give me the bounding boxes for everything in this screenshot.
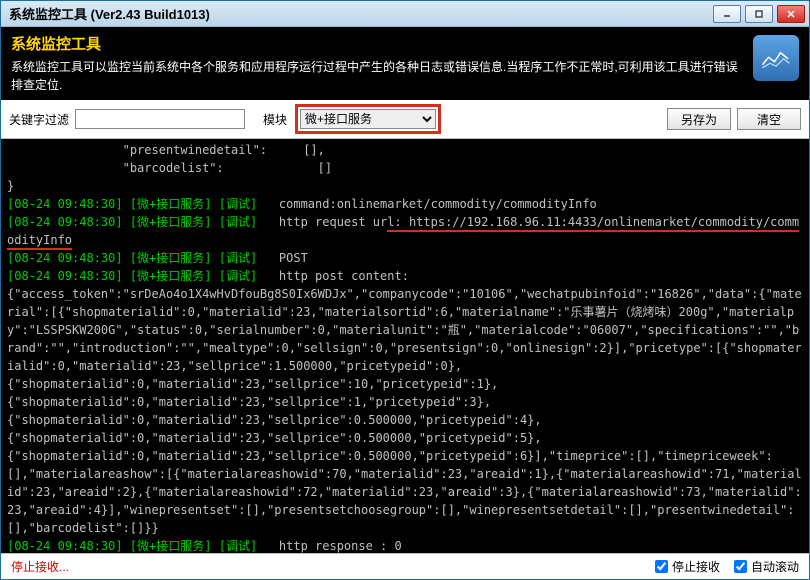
log-msg: POST xyxy=(279,251,308,265)
banner-icon xyxy=(753,35,799,81)
log-msg: http response : 0 xyxy=(279,539,402,553)
module-select[interactable]: 微+接口服务 xyxy=(300,109,436,129)
minimize-button[interactable] xyxy=(713,5,741,23)
chart-icon xyxy=(761,46,791,70)
save-as-button[interactable]: 另存为 xyxy=(667,108,731,130)
log-area[interactable]: "presentwinedetail": [], "barcodelist": … xyxy=(1,139,809,553)
log-body: {"access_token":"srDeAo4o1X4wHvDfouBg8S0… xyxy=(7,287,802,535)
log-msg: command:onlinemarket/commodity/commodity… xyxy=(279,197,597,211)
auto-scroll-checkbox[interactable]: 自动滚动 xyxy=(734,558,799,575)
filter-label: 关键字过滤 xyxy=(9,111,69,128)
log-tag: [微+接口服务] xyxy=(130,215,212,229)
maximize-button[interactable] xyxy=(745,5,773,23)
banner-title: 系统监控工具 xyxy=(11,33,745,54)
log-msg: http request ur xyxy=(279,215,387,229)
log-msg: http post content: xyxy=(279,269,409,283)
auto-scroll-input[interactable] xyxy=(734,560,747,573)
log-tag: [微+接口服务] xyxy=(130,539,212,553)
log-level: [调试] xyxy=(219,269,257,283)
module-select-highlight: 微+接口服务 xyxy=(295,104,441,134)
stop-receive-input[interactable] xyxy=(655,560,668,573)
maximize-icon xyxy=(754,9,764,19)
log-ts: [08-24 09:48:30] xyxy=(7,269,123,283)
log-ts: [08-24 09:48:30] xyxy=(7,539,123,553)
log-text: "presentwinedetail": [], "barcodelist": … xyxy=(7,143,332,193)
log-url-underline: l: https://192.168.96.11:4433/onlinemark… xyxy=(7,215,799,250)
log-tag: [微+接口服务] xyxy=(130,269,212,283)
statusbar: 停止接收... 停止接收 自动滚动 xyxy=(1,553,809,579)
log-level: [调试] xyxy=(219,197,257,211)
close-icon xyxy=(786,9,796,19)
app-window: 系统监控工具 (Ver2.43 Build1013) 系统监控工具 系统监控工具… xyxy=(0,0,810,580)
module-label: 模块 xyxy=(263,111,287,128)
window-controls xyxy=(713,5,805,23)
banner-desc: 系统监控工具可以监控当前系统中各个服务和应用程序运行过程中产生的各种日志或错误信… xyxy=(11,58,745,94)
log-ts: [08-24 09:48:30] xyxy=(7,251,123,265)
auto-scroll-label: 自动滚动 xyxy=(751,558,799,575)
log-tag: [微+接口服务] xyxy=(130,197,212,211)
log-level: [调试] xyxy=(219,215,257,229)
stop-receive-label: 停止接收 xyxy=(672,558,720,575)
status-text: 停止接收... xyxy=(11,558,69,575)
titlebar[interactable]: 系统监控工具 (Ver2.43 Build1013) xyxy=(1,1,809,27)
stop-receive-checkbox[interactable]: 停止接收 xyxy=(655,558,720,575)
minimize-icon xyxy=(722,9,732,19)
log-tag: [微+接口服务] xyxy=(130,251,212,265)
toolbar: 关键字过滤 模块 微+接口服务 另存为 清空 xyxy=(1,100,809,139)
log-ts: [08-24 09:48:30] xyxy=(7,197,123,211)
log-level: [调试] xyxy=(219,539,257,553)
clear-button[interactable]: 清空 xyxy=(737,108,801,130)
banner: 系统监控工具 系统监控工具可以监控当前系统中各个服务和应用程序运行过程中产生的各… xyxy=(1,27,809,100)
banner-text: 系统监控工具 系统监控工具可以监控当前系统中各个服务和应用程序运行过程中产生的各… xyxy=(11,33,745,94)
window-title: 系统监控工具 (Ver2.43 Build1013) xyxy=(9,4,713,23)
log-ts: [08-24 09:48:30] xyxy=(7,215,123,229)
close-button[interactable] xyxy=(777,5,805,23)
filter-input[interactable] xyxy=(75,109,245,129)
log-level: [调试] xyxy=(219,251,257,265)
